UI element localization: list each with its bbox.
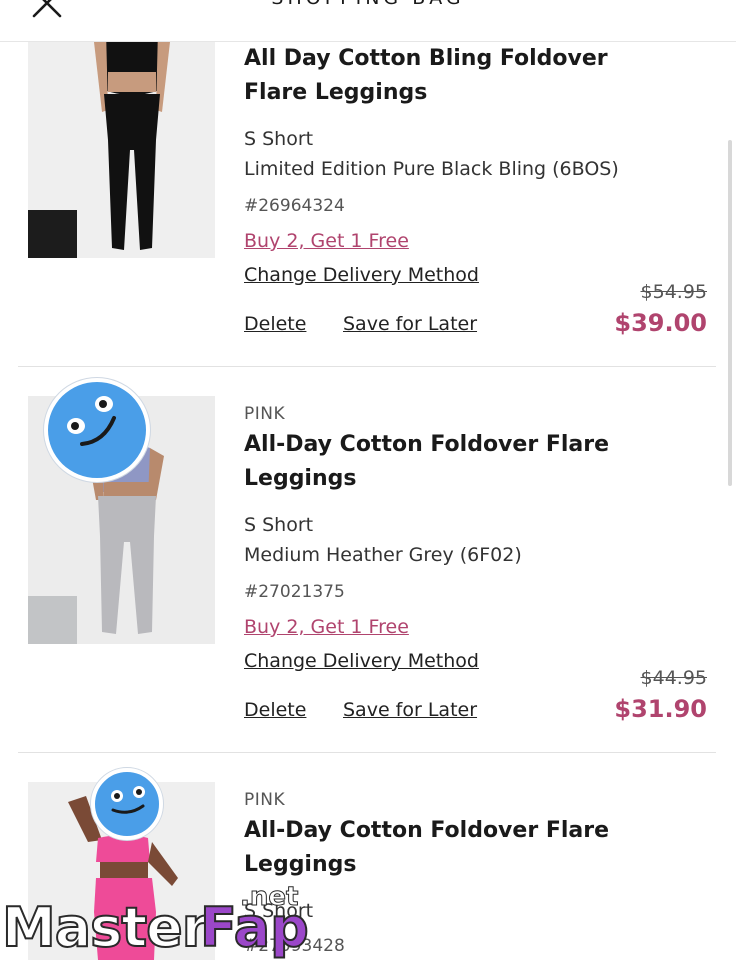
sale-price: $31.90 — [614, 695, 707, 723]
change-delivery-link[interactable]: Change Delivery Method — [244, 264, 479, 286]
product-color: Limited Edition Pure Black Bling (6BOS) — [244, 158, 619, 180]
app-header: SHOPPING BAG — [0, 0, 736, 42]
product-sku: #27021375 — [244, 582, 345, 602]
delete-button[interactable]: Delete — [244, 699, 306, 721]
watermark-logo: .net Master Fap — [0, 880, 320, 960]
delete-button[interactable]: Delete — [244, 313, 306, 335]
color-swatch — [28, 210, 77, 258]
face-cover-emoji — [91, 768, 163, 840]
product-sku: #26964324 — [244, 196, 345, 216]
save-for-later-button[interactable]: Save for Later — [343, 313, 477, 335]
promo-link[interactable]: Buy 2, Get 1 Free — [244, 230, 409, 252]
product-name[interactable]: All Day Cotton Bling Foldover Flare Legg… — [244, 42, 664, 110]
scrollbar[interactable] — [728, 140, 732, 486]
sale-price: $39.00 — [614, 309, 707, 337]
product-color: Medium Heather Grey (6F02) — [244, 544, 522, 566]
original-price: $54.95 — [640, 281, 707, 303]
original-price: $44.95 — [640, 667, 707, 689]
watermark-fap: Fap — [199, 895, 310, 960]
product-size: S Short — [244, 514, 314, 536]
save-for-later-button[interactable]: Save for Later — [343, 699, 477, 721]
product-brand: PINK — [244, 404, 286, 424]
product-size: S Short — [244, 128, 314, 150]
item-divider — [18, 752, 716, 753]
item-divider — [18, 366, 716, 367]
watermark-master: Master — [1, 895, 209, 960]
promo-link[interactable]: Buy 2, Get 1 Free — [244, 616, 409, 638]
page-title: SHOPPING BAG — [0, 0, 736, 9]
product-name[interactable]: All-Day Cotton Foldover Flare Leggings — [244, 814, 664, 882]
face-cover-emoji — [44, 378, 150, 482]
product-image[interactable] — [28, 10, 215, 258]
product-name[interactable]: All-Day Cotton Foldover Flare Leggings — [244, 428, 664, 496]
color-swatch — [28, 596, 77, 644]
product-brand: PINK — [244, 790, 286, 810]
change-delivery-link[interactable]: Change Delivery Method — [244, 650, 479, 672]
